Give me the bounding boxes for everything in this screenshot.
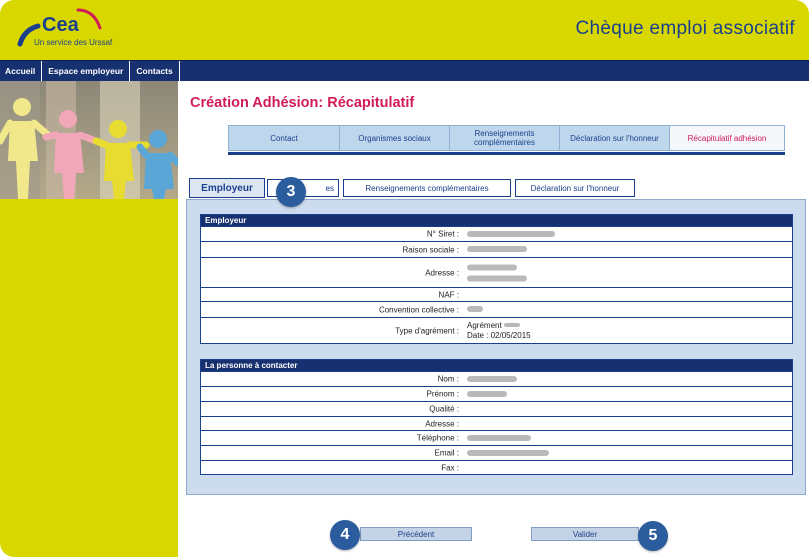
nom-value-redacted	[467, 374, 517, 384]
row-telephone: Téléphone :	[201, 430, 792, 445]
step-organismes-sociaux[interactable]: Organismes sociaux	[339, 125, 450, 151]
employeur-section: Employeur N° Siret : Raison sociale : Ad…	[200, 214, 793, 344]
telephone-value-redacted	[467, 433, 531, 443]
raison-sociale-label: Raison sociale :	[402, 245, 459, 254]
row-contact-adresse: Adresse :	[201, 416, 792, 430]
fax-label: Fax :	[441, 463, 459, 472]
nav-item-contacts[interactable]: Contacts	[130, 61, 180, 81]
convention-label: Convention collective :	[378, 305, 459, 314]
tab-renseignements[interactable]: Renseignements complémentaires	[343, 179, 511, 197]
adresse-value-redacted	[467, 264, 527, 281]
email-label: Email :	[434, 448, 459, 458]
main-nav: Accueil Espace employeur Contacts	[0, 60, 809, 81]
row-naf: NAF :	[201, 287, 792, 301]
people-figures-icon	[0, 81, 178, 199]
nav-item-espace-employeur[interactable]: Espace employeur	[42, 61, 131, 81]
logo-arc-icon	[76, 8, 102, 30]
app-window: Cea Un service des Urssaf Chèque emploi …	[0, 0, 809, 557]
main-content: Création Adhésion: Récapitulatif Contact…	[178, 81, 809, 557]
step-contact[interactable]: Contact	[228, 125, 340, 151]
row-fax: Fax :	[201, 460, 792, 474]
row-qualite: Qualité :	[201, 401, 792, 416]
contact-heading: La personne à contacter	[201, 360, 792, 371]
prenom-label: Prénom :	[426, 389, 459, 399]
prenom-value-redacted	[467, 389, 507, 399]
nav-item-accueil[interactable]: Accueil	[0, 61, 43, 81]
marker-3-badge: 3	[276, 177, 306, 207]
logo-subtitle: Un service des Urssaf	[34, 38, 113, 47]
siret-label: N° Siret :	[426, 229, 459, 239]
naf-label: NAF :	[438, 290, 459, 299]
telephone-label: Téléphone :	[416, 433, 459, 443]
steps-underline	[228, 152, 785, 155]
tab-declaration[interactable]: Déclaration sur l'honneur	[515, 179, 635, 197]
tab-employeur[interactable]: Employeur	[189, 178, 265, 198]
validate-button[interactable]: Valider	[531, 527, 639, 541]
wizard-steps: Contact Organismes sociaux Renseignement…	[228, 125, 785, 155]
people-banner-image	[0, 81, 178, 199]
step-renseignements[interactable]: Renseignements complémentaires	[449, 125, 560, 151]
convention-value-redacted	[467, 305, 483, 315]
agrement-date: Date : 02/05/2015	[467, 330, 531, 340]
contact-section: La personne à contacter Nom : Prénom : Q…	[200, 359, 793, 475]
marker-4-badge: 4	[330, 520, 360, 550]
email-value-redacted	[467, 448, 549, 458]
adresse-label: Adresse :	[425, 268, 459, 277]
employeur-heading: Employeur	[201, 215, 792, 226]
type-agrement-label: Type d'agrément :	[395, 326, 459, 335]
marker-5-badge: 5	[638, 521, 668, 551]
row-raison-sociale: Raison sociale :	[201, 241, 792, 257]
site-header: Cea Un service des Urssaf Chèque emploi …	[0, 0, 809, 60]
nom-label: Nom :	[437, 374, 459, 384]
raison-sociale-value-redacted	[467, 245, 527, 255]
contact-adresse-label: Adresse :	[425, 419, 459, 428]
app-title: Chèque emploi associatif	[575, 18, 795, 39]
row-type-agrement: Type d'agrément : Agrément Date : 02/05/…	[201, 317, 792, 343]
recap-panel: Employeur N° Siret : Raison sociale : Ad…	[186, 199, 806, 495]
row-nom: Nom :	[201, 371, 792, 386]
step-declaration[interactable]: Déclaration sur l'honneur	[559, 125, 670, 151]
agrement-text: Agrément	[467, 320, 502, 330]
type-agrement-value: Agrément Date : 02/05/2015	[467, 321, 531, 341]
row-convention: Convention collective :	[201, 301, 792, 317]
sidebar	[0, 81, 178, 557]
row-adresse: Adresse :	[201, 257, 792, 287]
step-recapitulatif[interactable]: Récapitulatif adhésion	[669, 125, 785, 151]
page-title: Création Adhésion: Récapitulatif	[190, 95, 415, 111]
row-email: Email :	[201, 445, 792, 460]
row-prenom: Prénom :	[201, 386, 792, 401]
cea-logo[interactable]: Cea Un service des Urssaf	[10, 6, 170, 56]
row-siret: N° Siret :	[201, 226, 792, 241]
logo-text: Cea	[42, 14, 79, 36]
previous-button[interactable]: Précédent	[360, 527, 472, 541]
qualite-label: Qualité :	[429, 404, 459, 414]
siret-value-redacted	[467, 229, 555, 239]
